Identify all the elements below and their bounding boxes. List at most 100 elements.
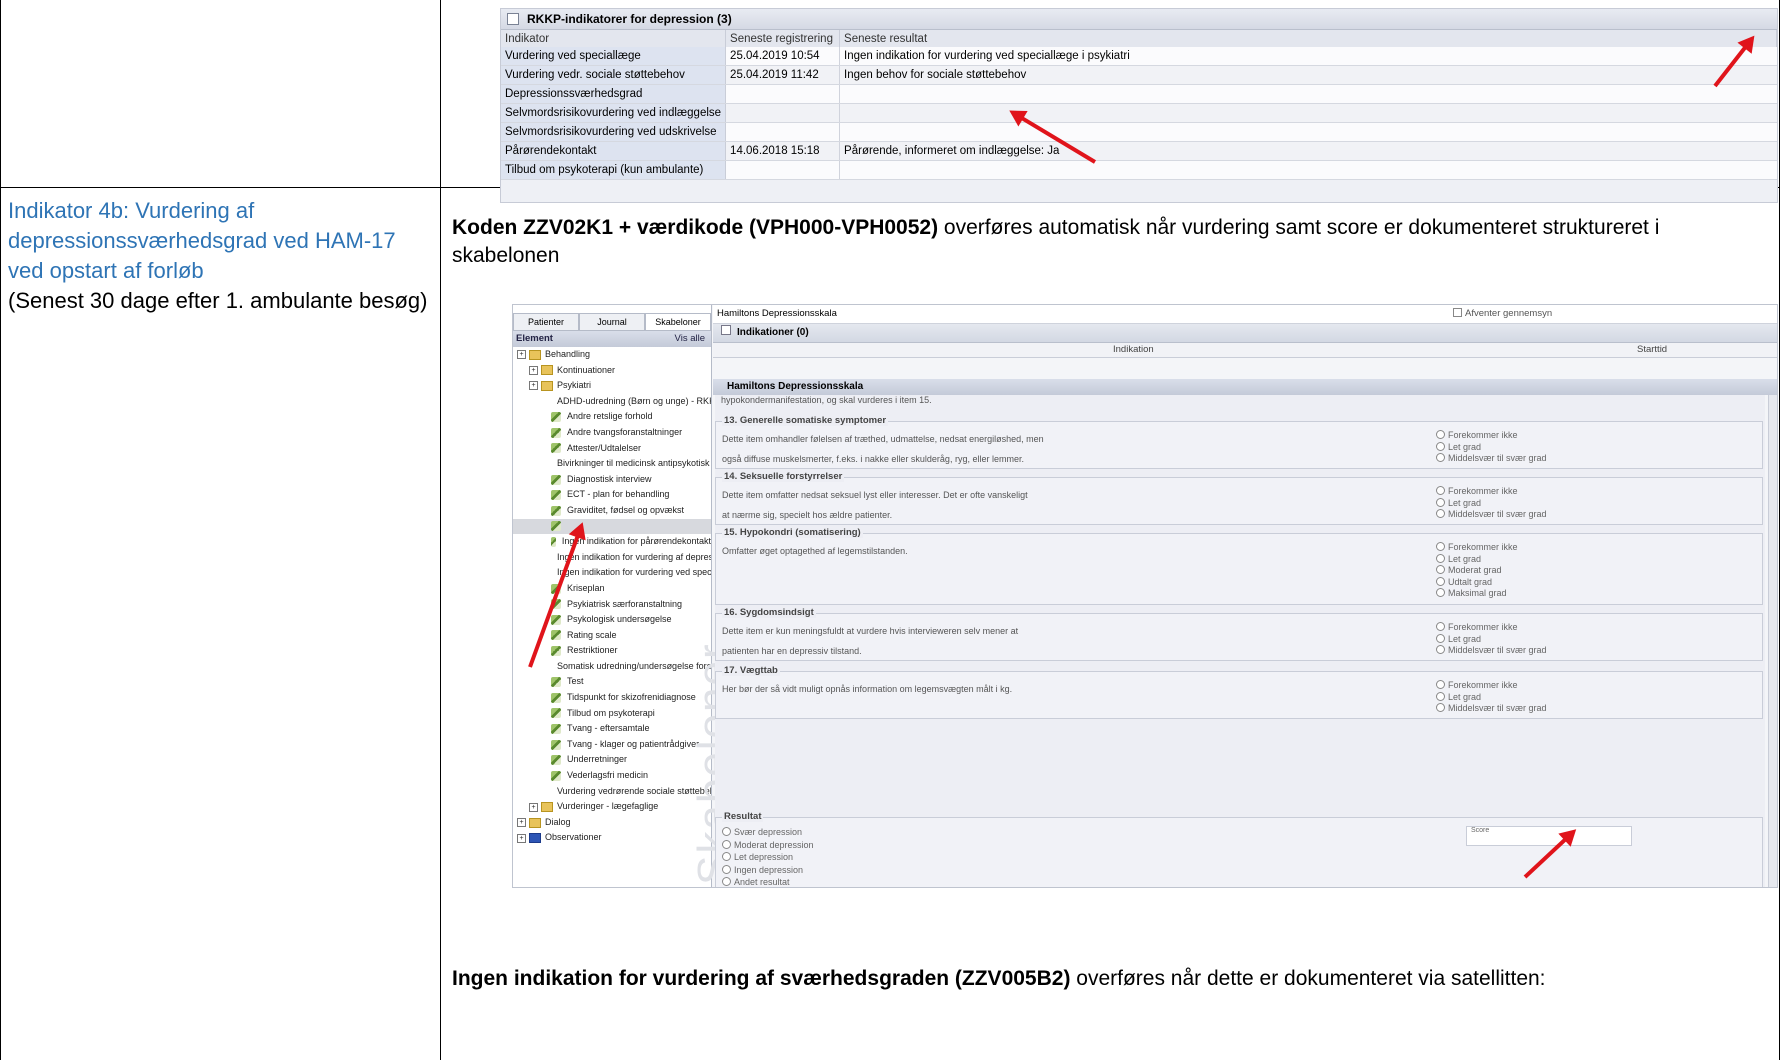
- expand-icon[interactable]: +: [529, 365, 538, 375]
- indikationer-header[interactable]: Indikationer (0): [713, 324, 1777, 343]
- radio-option[interactable]: Maksimal grad: [1436, 588, 1518, 600]
- tree-item[interactable]: Bivirkninger til medicinsk antipsykotisk…: [513, 456, 711, 472]
- radio-icon[interactable]: [1436, 542, 1445, 551]
- score-input[interactable]: Score: [1466, 826, 1632, 846]
- radio-icon[interactable]: [1436, 622, 1445, 631]
- tree-item[interactable]: Test: [513, 674, 711, 690]
- rkkp-panel-header[interactable]: RKKP-indikatorer for depression (3): [501, 9, 1777, 30]
- tree-item[interactable]: Diagnostisk interview: [513, 472, 711, 488]
- tree-item[interactable]: + Vurderinger - lægefaglige: [513, 799, 711, 815]
- expand-icon[interactable]: +: [529, 802, 538, 812]
- radio-option[interactable]: Let grad: [1436, 441, 1547, 454]
- radio-icon[interactable]: [722, 827, 731, 836]
- tree-item[interactable]: + Psykiatri: [513, 378, 711, 394]
- tree-item[interactable]: Andre retslige forhold: [513, 409, 711, 425]
- form-scrollbar[interactable]: [1768, 395, 1777, 887]
- radio-option[interactable]: Middelsvær til svær grad: [1436, 453, 1547, 465]
- tree-item[interactable]: Ingen indikation for vurdering af depres…: [513, 550, 711, 566]
- tab-skabeloner[interactable]: Skabeloner: [645, 313, 711, 331]
- radio-icon[interactable]: [722, 852, 731, 861]
- radio-icon[interactable]: [1436, 565, 1445, 574]
- radio-icon[interactable]: [722, 864, 731, 874]
- radio-option[interactable]: Middelsvær til svær grad: [1436, 509, 1547, 521]
- tree-item[interactable]: ADHD-udredning (Børn og unge) - RKKP: [513, 394, 711, 410]
- tree-item[interactable]: Kriseplan: [513, 581, 711, 597]
- tree-item[interactable]: Attester/Udtalelser: [513, 441, 711, 457]
- tree-item[interactable]: Ingen indikation for pårørendekontakt: [513, 534, 711, 550]
- tree-item[interactable]: Tvang - eftersamtale: [513, 721, 711, 737]
- collapse-icon[interactable]: [721, 325, 731, 335]
- radio-option[interactable]: Udtalt grad: [1436, 576, 1518, 589]
- show-all-toggle[interactable]: Vis alle: [675, 331, 711, 347]
- radio-icon[interactable]: [1436, 486, 1445, 495]
- tree-item[interactable]: Underretninger: [513, 752, 711, 768]
- tree-item[interactable]: [513, 518, 711, 535]
- radio-icon[interactable]: [722, 839, 731, 849]
- tree-item[interactable]: + Kontinuationer: [513, 363, 711, 379]
- col-seneste-resultat[interactable]: Seneste resultat: [839, 30, 1777, 47]
- table-row[interactable]: Pårørendekontakt 14.06.2018 15:18 Pårørend…: [501, 141, 1777, 161]
- await-review-checkbox[interactable]: Afventer gennemsyn: [1453, 305, 1552, 323]
- table-row[interactable]: Tilbud om psykoterapi (kun ambulante): [501, 160, 1777, 180]
- radio-option[interactable]: Forekommer ikke: [1436, 542, 1518, 554]
- radio-icon[interactable]: [1436, 509, 1445, 518]
- result-radio-option[interactable]: Svær depression: [722, 826, 814, 839]
- result-radio-option[interactable]: Moderat depression: [722, 839, 814, 852]
- col-starttid[interactable]: Starttid: [1637, 343, 1667, 357]
- table-row[interactable]: Selvmordsrisikovurdering ved udskrivelse: [501, 122, 1777, 142]
- tree-item[interactable]: Ingen indikation for vurdering ved speci…: [513, 565, 711, 581]
- expand-icon[interactable]: +: [517, 833, 526, 843]
- radio-option[interactable]: Moderat grad: [1436, 565, 1518, 577]
- radio-option[interactable]: Forekommer ikke: [1436, 430, 1547, 442]
- tab-journal[interactable]: Journal: [579, 313, 645, 331]
- table-row[interactable]: Depressionssværhedsgrad: [501, 84, 1777, 104]
- radio-icon[interactable]: [1436, 430, 1445, 439]
- radio-option[interactable]: Let grad: [1436, 691, 1547, 704]
- table-row[interactable]: Selvmordsrisikovurdering ved indlæggelse: [501, 103, 1777, 123]
- radio-icon[interactable]: [1436, 680, 1445, 689]
- radio-option[interactable]: Let grad: [1436, 497, 1547, 510]
- tree-item[interactable]: + Behandling: [513, 347, 711, 363]
- radio-option[interactable]: Middelsvær til svær grad: [1436, 645, 1547, 657]
- radio-icon[interactable]: [1436, 588, 1445, 597]
- tree-item[interactable]: + Observationer: [513, 830, 711, 846]
- tree-item[interactable]: Graviditet, fødsel og opvækst: [513, 503, 711, 519]
- radio-option[interactable]: Let grad: [1436, 553, 1518, 566]
- tree-item[interactable]: Somatisk udredning/undersøgelse foretag: [513, 659, 711, 675]
- tree-item[interactable]: Andre tvangsforanstaltninger: [513, 425, 711, 441]
- radio-icon[interactable]: [1436, 453, 1445, 462]
- tree-item[interactable]: Tvang - klager og patientrådgiver: [513, 737, 711, 753]
- result-radio-option[interactable]: Let depression: [722, 851, 814, 864]
- collapse-icon[interactable]: [507, 13, 519, 25]
- radio-option[interactable]: Forekommer ikke: [1436, 486, 1547, 498]
- radio-icon[interactable]: [1436, 497, 1445, 507]
- tree-item[interactable]: + Dialog: [513, 815, 711, 831]
- expand-icon[interactable]: +: [517, 350, 526, 360]
- radio-icon[interactable]: [1436, 576, 1445, 586]
- radio-option[interactable]: Middelsvær til svær grad: [1436, 703, 1547, 715]
- tab-patienter[interactable]: Patienter: [513, 313, 579, 331]
- result-radio-option[interactable]: Ingen depression: [722, 864, 814, 877]
- table-row[interactable]: Vurdering ved speciallæge 25.04.2019 10:5…: [501, 47, 1777, 66]
- radio-option[interactable]: Forekommer ikke: [1436, 622, 1547, 634]
- radio-icon[interactable]: [1436, 633, 1445, 643]
- radio-icon[interactable]: [1436, 441, 1445, 451]
- tree-item[interactable]: Restriktioner: [513, 643, 711, 659]
- table-row[interactable]: Vurdering vedr. sociale støttebehov 25.04…: [501, 65, 1777, 85]
- radio-icon[interactable]: [1436, 553, 1445, 563]
- radio-icon[interactable]: [1436, 703, 1445, 712]
- checkbox-icon[interactable]: [1453, 308, 1462, 317]
- expand-icon[interactable]: +: [529, 381, 538, 391]
- tree-item[interactable]: Tidspunkt for skizofrenidiagnose: [513, 690, 711, 706]
- tree-item[interactable]: Vederlagsfri medicin: [513, 768, 711, 784]
- tree-item[interactable]: Psykiatrisk særforanstaltning: [513, 597, 711, 613]
- col-indikator[interactable]: Indikator: [501, 30, 727, 47]
- expand-icon[interactable]: +: [517, 818, 526, 828]
- radio-option[interactable]: Let grad: [1436, 633, 1547, 646]
- radio-icon[interactable]: [1436, 645, 1445, 654]
- col-seneste-registrering[interactable]: Seneste registrering: [725, 30, 841, 47]
- radio-icon[interactable]: [1436, 691, 1445, 701]
- radio-icon[interactable]: [722, 877, 731, 886]
- tree-item[interactable]: ECT - plan for behandling: [513, 487, 711, 503]
- tree-item[interactable]: Vurdering vedrørende sociale støttebehov: [513, 784, 711, 800]
